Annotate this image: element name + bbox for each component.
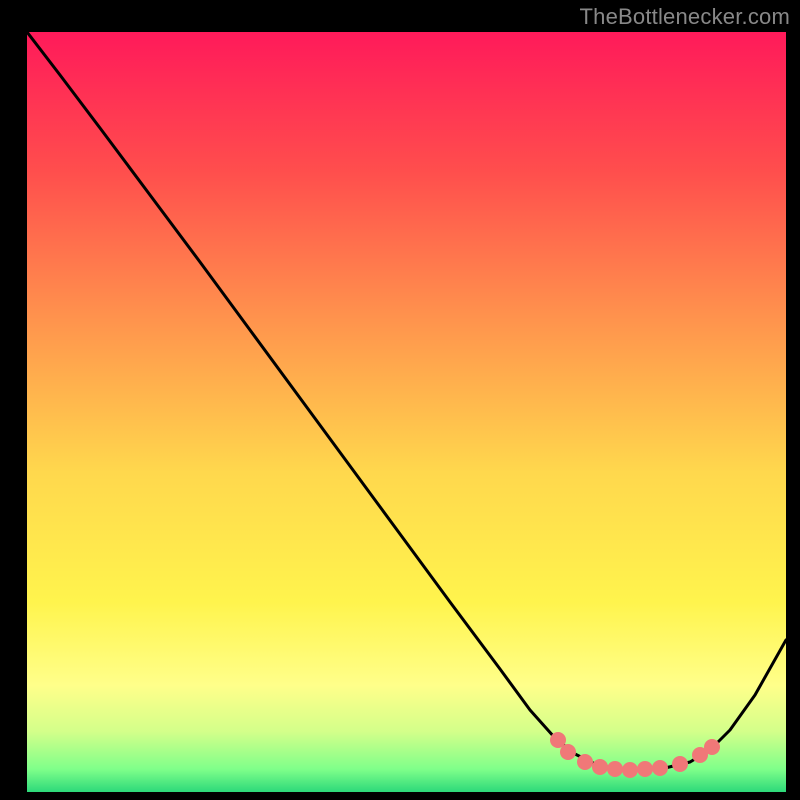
- curve-marker: [592, 759, 608, 775]
- curve-marker: [704, 739, 720, 755]
- chart-frame: { "attribution": "TheBottlenecker.com", …: [0, 0, 800, 800]
- curve-marker: [577, 754, 593, 770]
- heatmap-background: [27, 32, 786, 792]
- curve-marker: [607, 761, 623, 777]
- curve-marker: [622, 762, 638, 778]
- curve-marker: [560, 744, 576, 760]
- curve-marker: [672, 756, 688, 772]
- attribution-text: TheBottlenecker.com: [580, 4, 790, 30]
- curve-marker: [637, 761, 653, 777]
- chart-svg: [0, 0, 800, 800]
- curve-marker: [652, 760, 668, 776]
